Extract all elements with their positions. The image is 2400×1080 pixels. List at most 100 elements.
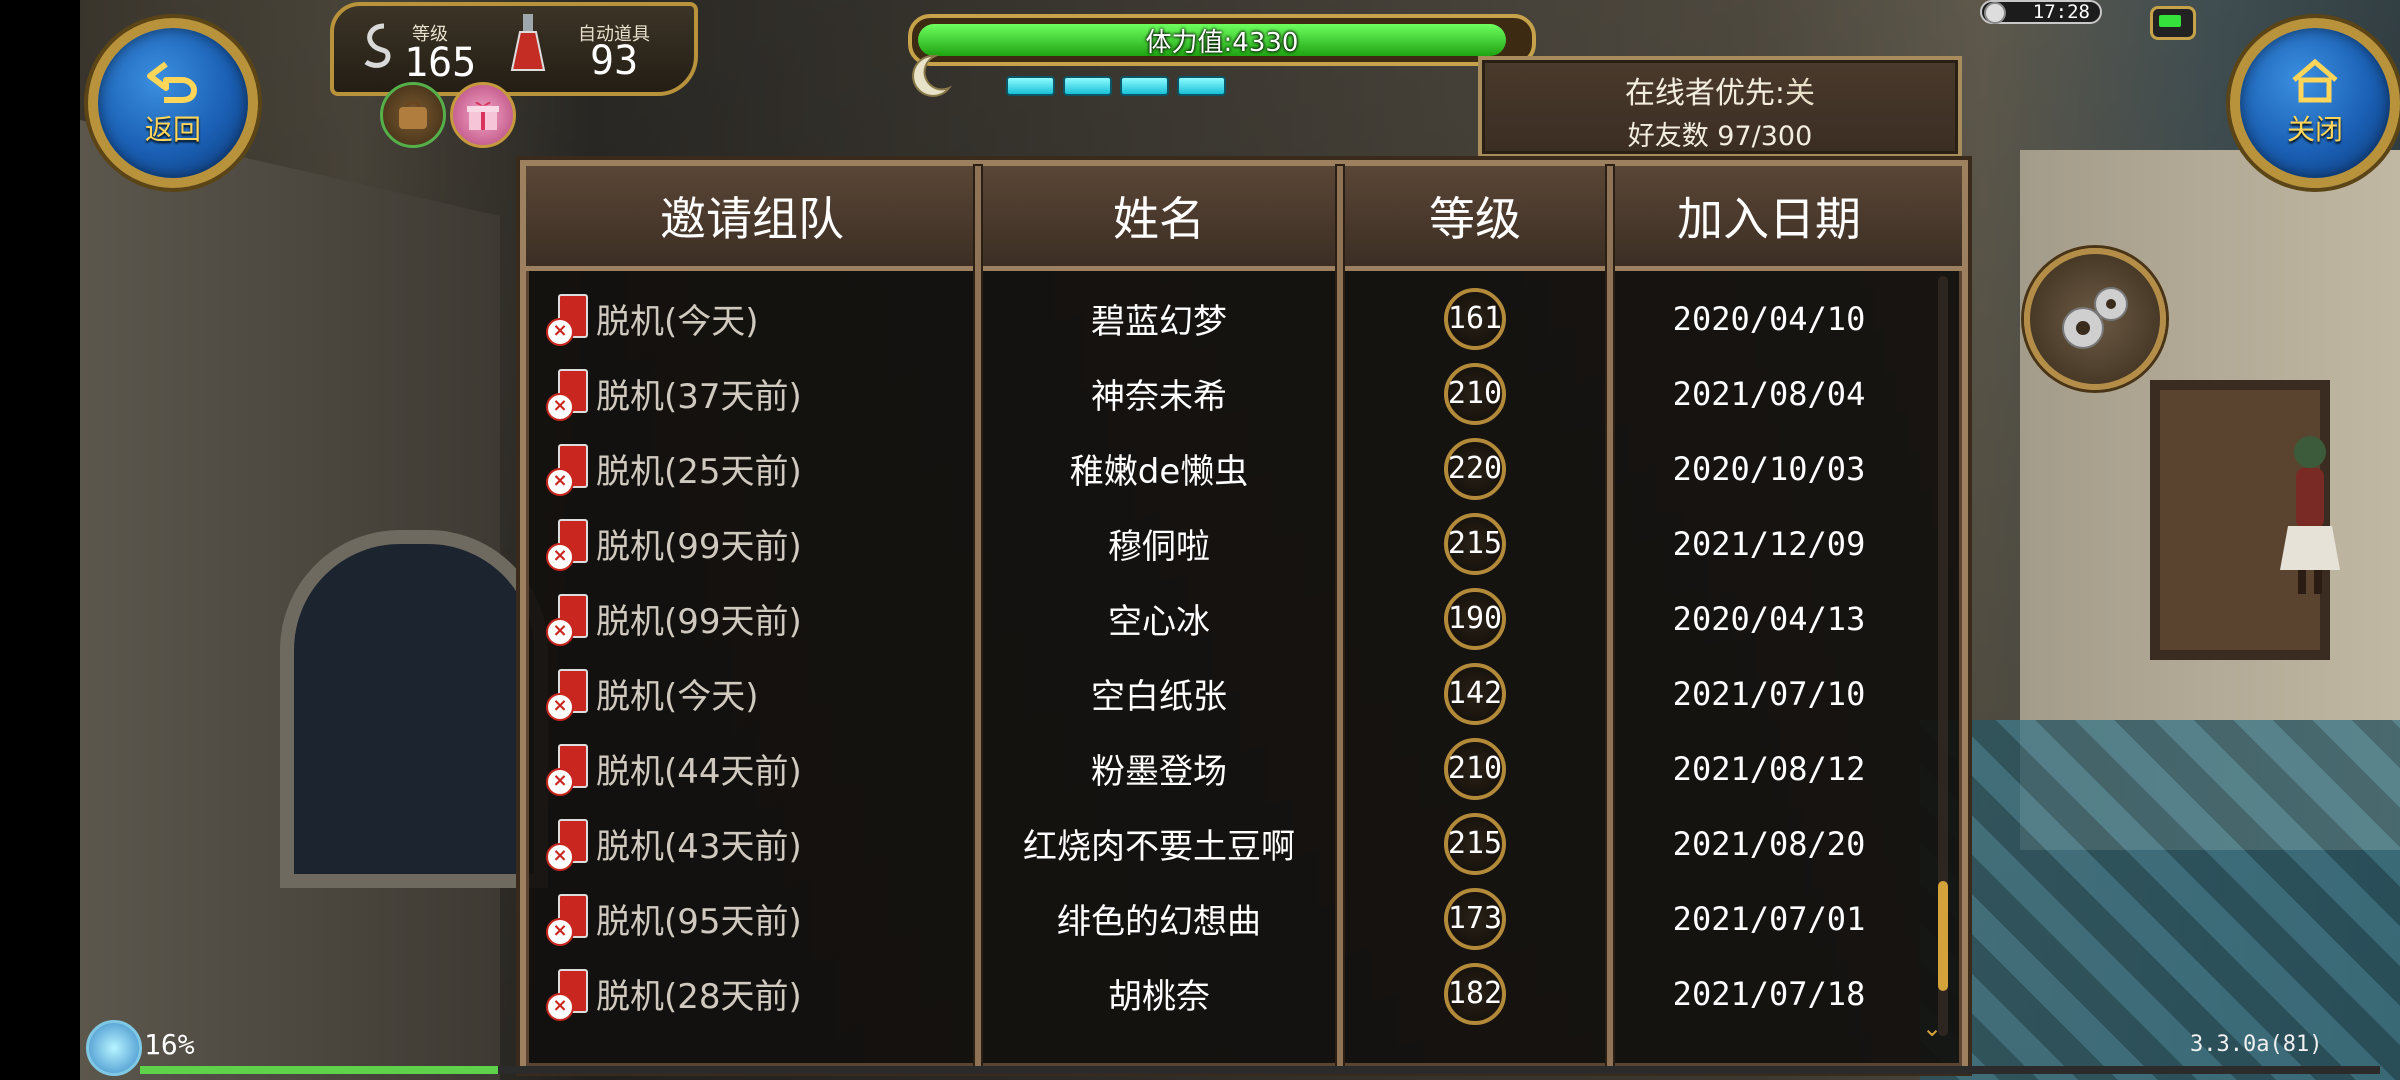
join-date: 2021/08/12	[1672, 749, 1866, 788]
invite-status-cell[interactable]: × 脱机(99天前)	[526, 593, 978, 646]
invite-status-cell[interactable]: × 脱机(今天)	[526, 668, 978, 721]
join-date: 2020/04/13	[1672, 599, 1866, 638]
table-row[interactable]: × 脱机(99天前) 空心冰 190 2020/04/13	[526, 581, 1928, 656]
energy-segment	[1006, 76, 1055, 96]
friend-name: 绯色的幻想曲	[1057, 902, 1261, 942]
friend-list-rows[interactable]: × 脱机(今天) 碧蓝幻梦 161 2020/04/10 × 脱机(37天前) 神奈未希 210…	[526, 271, 1928, 1066]
level-cell: 142	[1340, 662, 1610, 725]
level-badge: 220	[1444, 437, 1506, 500]
version-text: 3.3.0a(81)	[2190, 1032, 2323, 1057]
level-cell: 215	[1340, 512, 1610, 575]
experience-percent: 16%	[144, 1028, 195, 1061]
experience-bar-fill	[140, 1066, 498, 1074]
settings-button[interactable]	[2024, 248, 2166, 390]
hook-icon	[364, 23, 391, 68]
level-badge: 210	[1444, 362, 1506, 425]
level-cell: 161	[1340, 287, 1610, 350]
level-cell: 190	[1340, 587, 1610, 650]
offline-icon: ×	[546, 743, 590, 796]
back-button[interactable]: 返回	[88, 18, 258, 188]
level-cell: 210	[1340, 362, 1610, 425]
header-name[interactable]: 姓名	[978, 166, 1340, 266]
invite-status-cell[interactable]: × 脱机(25天前)	[526, 443, 978, 496]
friend-count: 好友数 97/300	[1627, 121, 1813, 152]
level-badge: 190	[1444, 587, 1506, 650]
table-header: 邀请组队 姓名 等级 加入日期	[526, 166, 1962, 271]
invite-status-cell[interactable]: × 脱机(43天前)	[526, 818, 978, 871]
level-cell: 210	[1340, 737, 1610, 800]
scrollbar[interactable]	[1938, 276, 1948, 1036]
offline-icon: ×	[546, 368, 590, 421]
table-row[interactable]: × 脱机(今天) 碧蓝幻梦 161 2020/04/10	[526, 281, 1928, 356]
join-date: 2021/08/04	[1672, 374, 1866, 413]
back-arrow-icon	[147, 61, 197, 103]
auto-item-value: 93	[590, 38, 639, 84]
player-level-value: 165	[404, 40, 477, 86]
offline-status-text: 脱机(今天)	[596, 677, 759, 717]
join-date: 2021/08/20	[1672, 824, 1866, 863]
table-row[interactable]: × 脱机(37天前) 神奈未希 210 2021/08/04	[526, 356, 1928, 431]
table-row[interactable]: × 脱机(43天前) 红烧肉不要土豆啊 215 2021/08/20	[526, 806, 1928, 881]
stamina-text: 体力值:4330	[1145, 28, 1299, 58]
scroll-down-icon[interactable]: ⌄	[1922, 1014, 1942, 1042]
level-cell: 173	[1340, 887, 1610, 950]
table-row[interactable]: × 脱机(44天前) 粉墨登场 210 2021/08/12	[526, 731, 1928, 806]
table-row[interactable]: × 脱机(28天前) 胡桃奈 182 2021/07/18	[526, 956, 1928, 1031]
header-invite-team[interactable]: 邀请组队	[526, 166, 978, 266]
home-icon	[2292, 58, 2338, 103]
close-button[interactable]: 关闭	[2230, 18, 2400, 188]
online-priority-panel[interactable]: 在线者优先:关 好友数 97/300	[1478, 56, 1962, 158]
invite-status-cell[interactable]: × 脱机(99天前)	[526, 518, 978, 571]
scrollbar-thumb[interactable]	[1938, 881, 1948, 991]
level-badge: 210	[1444, 737, 1506, 800]
table-row[interactable]: × 脱机(99天前) 穆侗啦 215 2021/12/09	[526, 506, 1928, 581]
friend-name: 穆侗啦	[1108, 527, 1210, 567]
invite-status-cell[interactable]: × 脱机(今天)	[526, 293, 978, 346]
energy-segment	[1177, 76, 1226, 96]
friend-name: 神奈未希	[1091, 377, 1227, 417]
moon-icon	[912, 54, 953, 97]
friend-name: 红烧肉不要土豆啊	[1023, 827, 1295, 867]
join-date: 2021/07/18	[1672, 974, 1866, 1013]
join-date: 2021/12/09	[1672, 524, 1866, 563]
level-badge: 215	[1444, 812, 1506, 875]
bag-icon[interactable]	[380, 82, 446, 148]
offline-icon: ×	[546, 968, 590, 1021]
level-badge: 142	[1444, 662, 1506, 725]
header-level[interactable]: 等级	[1340, 166, 1610, 266]
table-row[interactable]: × 脱机(今天) 空白纸张 142 2021/07/10	[526, 656, 1928, 731]
invite-status-cell[interactable]: × 脱机(95天前)	[526, 893, 978, 946]
friend-name: 稚嫩de懒虫	[1069, 452, 1249, 492]
table-row[interactable]: × 脱机(25天前) 稚嫩de懒虫 220 2020/10/03	[526, 431, 1928, 506]
header-join-date[interactable]: 加入日期	[1610, 166, 1928, 266]
offline-status-text: 脱机(43天前)	[596, 827, 802, 867]
gift-icon[interactable]	[450, 82, 516, 148]
friend-name: 碧蓝幻梦	[1091, 302, 1227, 342]
clock-icon	[1984, 2, 2006, 24]
tiled-floor	[1920, 720, 2400, 1080]
close-label: 关闭	[2286, 113, 2343, 146]
energy-segments	[1006, 76, 1226, 96]
level-cell: 215	[1340, 812, 1610, 875]
gear-icon	[2062, 287, 2128, 349]
back-label: 返回	[144, 113, 201, 146]
offline-status-text: 脱机(44天前)	[596, 752, 802, 792]
offline-icon: ×	[546, 293, 590, 346]
stamina-bar: 体力值:4330	[908, 14, 1536, 66]
join-date: 2021/07/10	[1672, 674, 1866, 713]
invite-status-cell[interactable]: × 脱机(44天前)	[526, 743, 978, 796]
online-priority-toggle[interactable]: 在线者优先:关	[1482, 68, 1958, 112]
level-cell: 182	[1340, 962, 1610, 1025]
invite-status-cell[interactable]: × 脱机(28天前)	[526, 968, 978, 1021]
offline-status-text: 脱机(95天前)	[596, 902, 802, 942]
experience-orb-icon	[86, 1020, 142, 1076]
potion-icon[interactable]	[508, 12, 548, 76]
offline-icon: ×	[546, 443, 590, 496]
table-row[interactable]: × 脱机(95天前) 绯色的幻想曲 173 2021/07/01	[526, 881, 1928, 956]
battery-icon	[2150, 6, 2196, 40]
invite-status-cell[interactable]: × 脱机(37天前)	[526, 368, 978, 421]
offline-icon: ×	[546, 818, 590, 871]
offline-status-text: 脱机(99天前)	[596, 527, 802, 567]
player-character	[2280, 436, 2340, 594]
friend-name: 胡桃奈	[1108, 977, 1210, 1017]
